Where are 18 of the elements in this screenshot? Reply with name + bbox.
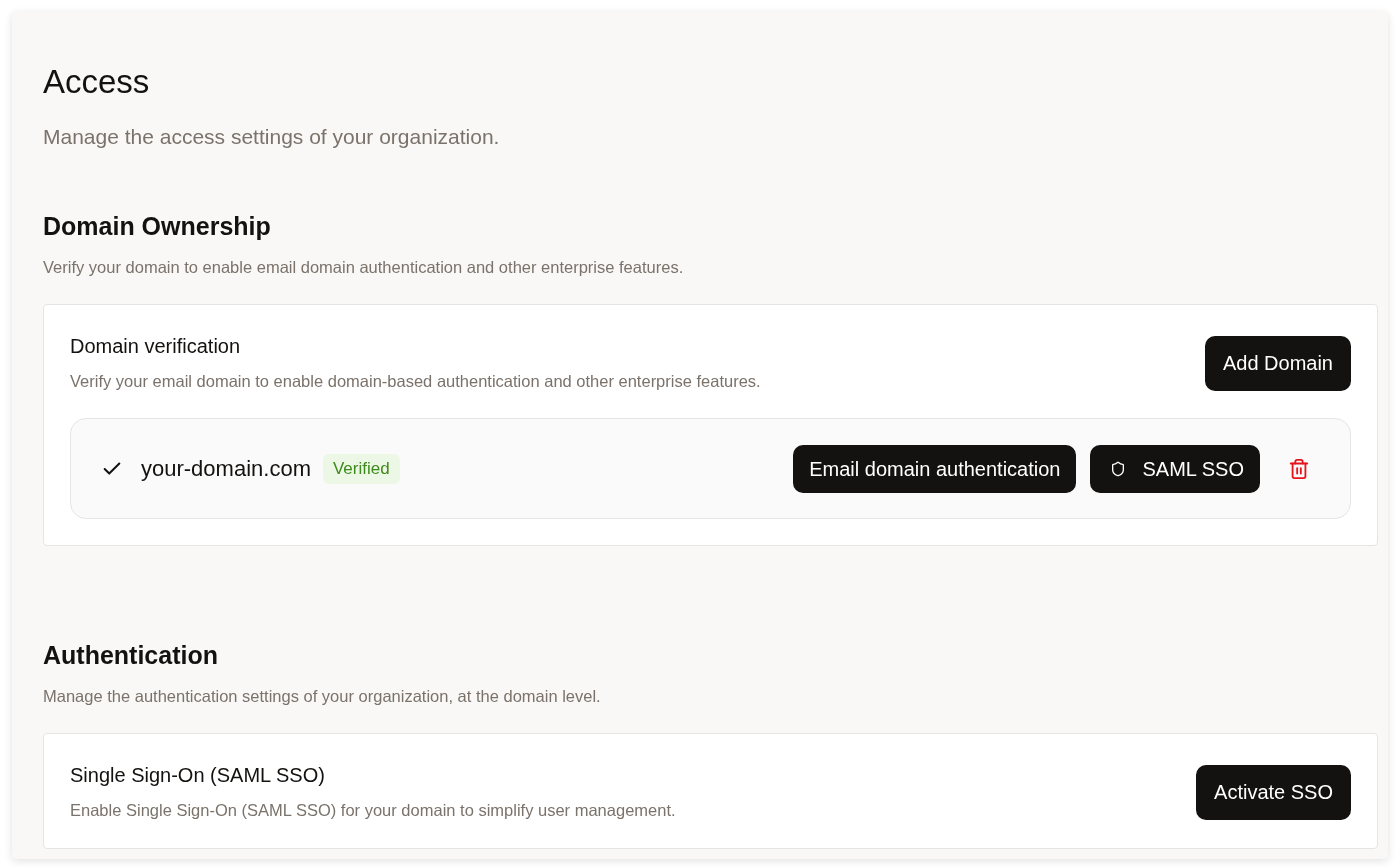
page-subtitle: Manage the access settings of your organization. <box>43 124 501 150</box>
section-description: Manage the authentication settings of your organization, at the domain level. <box>43 686 602 707</box>
section-heading: Authentication <box>43 640 219 671</box>
saml-sso-button[interactable]: SAML SSO <box>1090 444 1260 493</box>
shield-icon <box>1110 460 1127 477</box>
email-auth-button[interactable]: Email domain authentication <box>793 444 1077 493</box>
primary-button[interactable]: Add Domain <box>1204 335 1351 391</box>
section-description: Verify your domain to enable email domain authentication and other enterprise features. <box>43 257 685 278</box>
page-title: Access <box>43 62 151 102</box>
trash-icon <box>1288 456 1310 481</box>
card-description: Verify your email domain to enable domain-based authentication and other enterprise features. <box>70 371 761 392</box>
card-title: Domain verification <box>70 334 242 359</box>
card-description: Enable Single Sign-On (SAML SSO) for your domain to simplify user management. <box>70 800 676 821</box>
card-title: Single Sign-On (SAML SSO) <box>70 763 326 788</box>
domain-name: your-domain.com <box>141 454 311 483</box>
status-badge: Verified <box>322 453 400 484</box>
section-heading: Domain Ownership <box>43 211 272 242</box>
primary-button[interactable]: Activate SSO <box>1196 764 1351 820</box>
